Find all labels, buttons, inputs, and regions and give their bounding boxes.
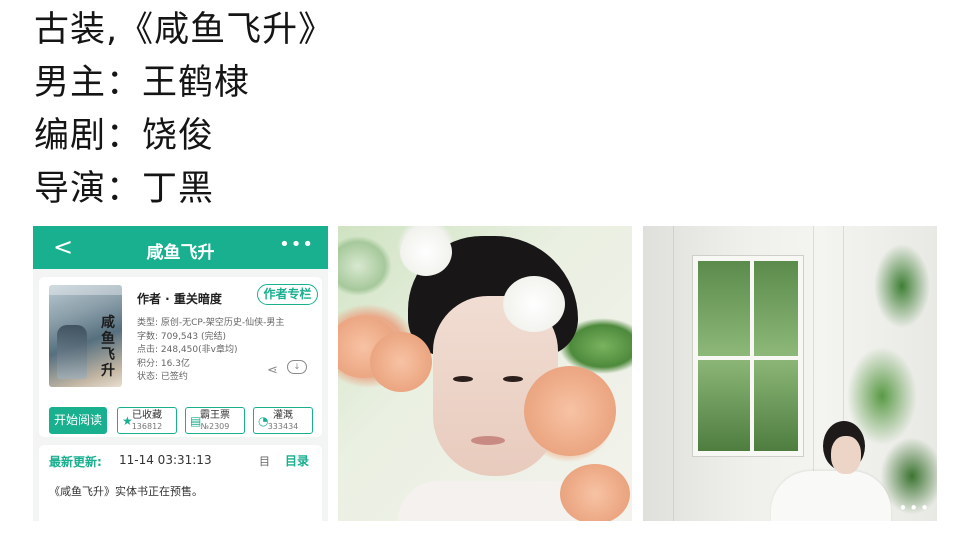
- image-tile-novel-app[interactable]: < 咸鱼飞升 ••• 咸鱼飞升 作者 · 重关暗度 作者专栏 类型: 原创-无C…: [33, 226, 328, 521]
- image-tile-window-plants[interactable]: •••: [643, 226, 937, 521]
- more-icon[interactable]: •••: [279, 234, 314, 255]
- start-reading-button[interactable]: 开始阅读: [49, 407, 107, 434]
- meta-clicks: 点击: 248,450(非v章均): [137, 345, 238, 355]
- white-rose: [400, 228, 452, 276]
- window-frame-horizontal: [698, 356, 798, 360]
- cover-title: 咸鱼飞升: [101, 315, 115, 379]
- image-tile-portrait-roses[interactable]: [338, 226, 632, 521]
- directory-link[interactable]: 目录: [285, 452, 309, 469]
- window: [693, 256, 803, 456]
- person-body: [771, 471, 891, 521]
- meta-points: 积分: 16.3亿: [137, 358, 190, 369]
- left-eye: [453, 376, 473, 382]
- caption-line-genre: 古装,《咸鱼飞升》: [34, 10, 335, 50]
- app-header: < 咸鱼飞升 •••: [33, 226, 328, 269]
- latest-update-time: 11-14 03:31:13: [119, 453, 212, 467]
- meta-category: 类型: 原创-无CP-架空历史-仙侠-男主: [137, 318, 285, 328]
- right-eye: [503, 376, 523, 382]
- ticket-icon: ▤: [190, 414, 202, 428]
- person-face: [831, 436, 861, 474]
- share-icon[interactable]: ⋖: [267, 363, 278, 378]
- cover-ribbon: [49, 285, 122, 295]
- meta-status: 状态: 已签约: [137, 372, 188, 382]
- presale-notice: 《咸鱼飞升》实体书正在预售。: [49, 485, 203, 498]
- white-rose: [503, 276, 565, 332]
- more-images-icon[interactable]: •••: [898, 499, 931, 517]
- post-caption: 古装,《咸鱼飞升》 男主：王鹤棣 编剧：饶俊 导演：丁黑: [34, 4, 334, 216]
- book-cover[interactable]: 咸鱼飞升: [49, 285, 122, 387]
- lips: [471, 436, 505, 445]
- peach-rose: [560, 464, 630, 521]
- caption-line-writer: 编剧：饶俊: [34, 116, 215, 156]
- collect-button[interactable]: ★ 已收藏 136812: [117, 407, 177, 434]
- peach-rose: [370, 332, 432, 392]
- cloud-download-icon[interactable]: ↓: [287, 360, 307, 374]
- ticket-button[interactable]: ▤ 霸王票 №2309: [185, 407, 245, 434]
- latest-update-label: 最新更新:: [49, 455, 102, 469]
- watering-can-icon: ◔: [258, 414, 269, 428]
- peach-rose: [524, 366, 616, 456]
- cover-figure: [57, 325, 87, 379]
- water-button[interactable]: ◔ 灌溉 333434: [253, 407, 313, 434]
- book-meta: 类型: 原创-无CP-架空历史-仙侠-男主 字数: 709,543 (完结) 点…: [137, 317, 284, 385]
- star-icon: ★: [122, 414, 133, 428]
- sort-icon[interactable]: 目: [259, 453, 270, 469]
- meta-words: 字数: 709,543 (完结): [137, 331, 226, 342]
- author-name[interactable]: 作者 · 重关暗度: [137, 290, 222, 307]
- caption-line-lead: 男主：王鹤棣: [34, 63, 251, 103]
- caption-line-director: 导演：丁黑: [34, 169, 215, 209]
- wall-plank: [673, 226, 674, 521]
- book-card: 咸鱼飞升 作者 · 重关暗度 作者专栏 类型: 原创-无CP-架空历史-仙侠-男…: [39, 277, 322, 437]
- author-column-button[interactable]: 作者专栏: [257, 284, 318, 305]
- update-card: 最新更新: 11-14 03:31:13 目 目录 《咸鱼飞升》实体书正在预售。: [39, 445, 322, 521]
